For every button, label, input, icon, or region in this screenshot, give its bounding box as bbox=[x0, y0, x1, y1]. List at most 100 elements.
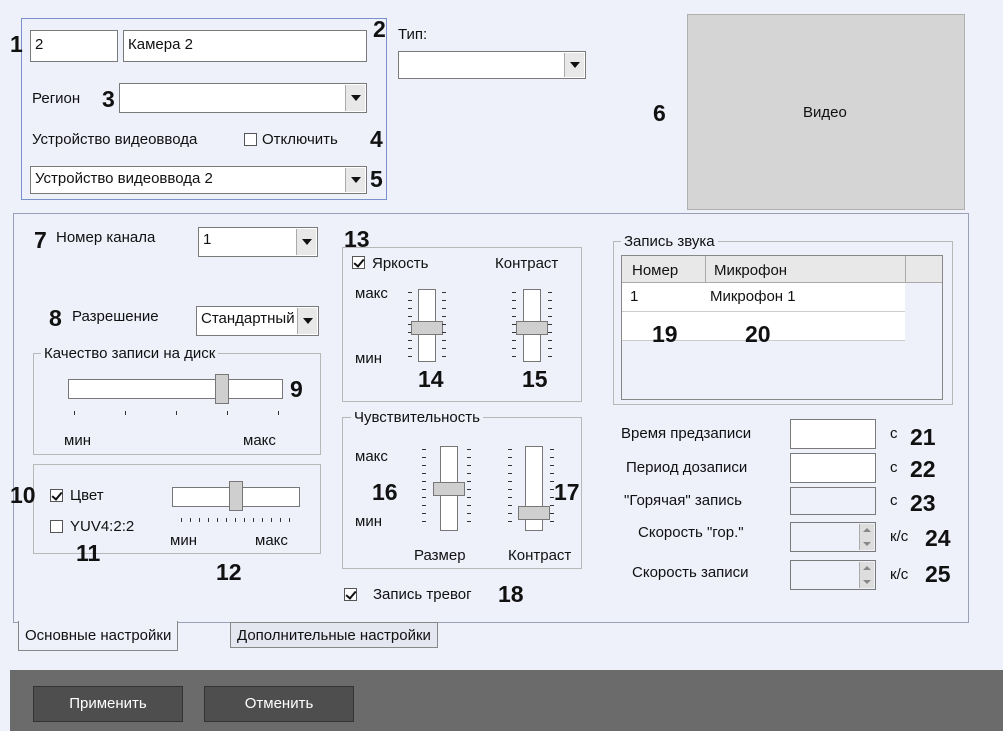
rec-speed-spinner[interactable] bbox=[790, 560, 876, 590]
chevron-down-icon[interactable] bbox=[564, 53, 584, 77]
sensitivity-max: макс bbox=[355, 448, 388, 465]
color-checkbox[interactable] bbox=[50, 489, 63, 502]
audio-col-mic: Микрофон bbox=[714, 262, 788, 279]
size-ticks-right bbox=[467, 449, 471, 529]
disk-quality-track[interactable] bbox=[68, 379, 283, 399]
video-device-label: Устройство видеоввода bbox=[32, 131, 198, 148]
brightness-checkbox[interactable] bbox=[352, 256, 365, 269]
rec-speed-unit: к/с bbox=[890, 566, 909, 583]
resolution-select-value: Стандартный bbox=[201, 310, 295, 327]
disk-quality-max: макс bbox=[243, 432, 276, 449]
callout-17: 17 bbox=[554, 479, 580, 505]
type-select[interactable] bbox=[398, 51, 586, 79]
sensitivity-legend: Чувствительность bbox=[351, 410, 483, 426]
callout-14: 14 bbox=[418, 366, 444, 392]
audio-table-row[interactable]: 1 Микрофон 1 bbox=[622, 283, 905, 312]
callout-23: 23 bbox=[910, 490, 936, 516]
brightness-ticks-right bbox=[442, 292, 446, 362]
camera-id-field[interactable]: 2 bbox=[30, 30, 118, 62]
postrecord-field[interactable] bbox=[790, 453, 876, 483]
contrast-thumb[interactable] bbox=[516, 321, 548, 336]
prerecord-field[interactable] bbox=[790, 419, 876, 449]
video-label: Видео bbox=[803, 104, 847, 121]
tab-main-settings[interactable]: Основные настройки bbox=[18, 621, 179, 651]
color-max: макс bbox=[255, 532, 288, 549]
callout-5: 5 bbox=[370, 166, 383, 192]
chevron-down-icon[interactable] bbox=[345, 85, 365, 111]
hot-speed-spinner[interactable] bbox=[790, 522, 876, 552]
sens-contrast-label: Контраст bbox=[508, 547, 572, 564]
chevron-down-icon[interactable] bbox=[345, 168, 365, 192]
resolution-select[interactable]: Стандартный bbox=[196, 306, 319, 336]
brightness-min: мин bbox=[355, 350, 382, 367]
audio-row-mic: Микрофон 1 bbox=[710, 288, 796, 305]
audio-col-number: Номер bbox=[632, 262, 679, 279]
spinner-arrows-icon[interactable] bbox=[859, 562, 874, 588]
size-ticks-left bbox=[422, 449, 426, 529]
camera-name-field[interactable]: Камера 2 bbox=[123, 30, 367, 62]
prerecord-unit: с bbox=[890, 425, 898, 442]
sens-contrast-thumb[interactable] bbox=[518, 506, 550, 521]
callout-25: 25 bbox=[925, 561, 951, 587]
yuv-label: YUV4:2:2 bbox=[70, 518, 135, 535]
callout-20: 20 bbox=[745, 321, 771, 347]
callout-24: 24 bbox=[925, 525, 951, 551]
callout-22: 22 bbox=[910, 456, 936, 482]
channel-select-value: 1 bbox=[203, 231, 212, 248]
callout-8: 8 bbox=[49, 305, 62, 331]
hot-field[interactable] bbox=[790, 487, 876, 515]
callout-19: 19 bbox=[652, 321, 678, 347]
tab-extra-settings[interactable]: Дополнительные настройки bbox=[230, 622, 438, 648]
region-select[interactable] bbox=[119, 83, 367, 113]
size-label: Размер bbox=[414, 547, 466, 564]
brightness-thumb[interactable] bbox=[411, 321, 443, 336]
alarm-record-label: Запись тревог bbox=[373, 586, 472, 603]
hot-unit: с bbox=[890, 492, 898, 509]
chevron-down-icon[interactable] bbox=[297, 308, 317, 334]
type-label: Тип: bbox=[398, 26, 428, 43]
spinner-arrows-icon[interactable] bbox=[859, 524, 874, 550]
disable-checkbox[interactable] bbox=[244, 133, 257, 146]
callout-10: 10 bbox=[10, 482, 36, 508]
postrecord-unit: с bbox=[890, 459, 898, 476]
color-min: мин bbox=[170, 532, 197, 549]
hot-label: "Горячая" запись bbox=[624, 492, 742, 509]
chevron-down-icon[interactable] bbox=[296, 229, 316, 255]
callout-6: 6 bbox=[653, 100, 666, 126]
cancel-button[interactable]: Отменить bbox=[204, 686, 354, 722]
hot-speed-label: Скорость "гор." bbox=[638, 524, 744, 541]
col-divider bbox=[905, 256, 906, 282]
callout-21: 21 bbox=[910, 424, 936, 450]
callout-16: 16 bbox=[372, 479, 398, 505]
alarm-record-checkbox[interactable] bbox=[344, 588, 357, 601]
sensitivity-min: мин bbox=[355, 513, 382, 530]
channel-label: Номер канала bbox=[56, 229, 156, 246]
callout-3: 3 bbox=[102, 86, 115, 112]
color-ticks bbox=[181, 518, 291, 522]
disk-quality-ticks bbox=[74, 411, 279, 415]
callout-9: 9 bbox=[290, 376, 303, 402]
callout-2: 2 bbox=[373, 16, 386, 42]
disk-quality-legend: Качество записи на диск bbox=[41, 346, 219, 362]
video-device-select[interactable]: Устройство видеоввода 2 bbox=[30, 166, 367, 194]
callout-4: 4 bbox=[370, 126, 383, 152]
resolution-label: Разрешение bbox=[72, 308, 159, 325]
color-thumb[interactable] bbox=[229, 481, 243, 511]
contrast-ticks-right bbox=[548, 292, 552, 362]
callout-18: 18 bbox=[498, 581, 524, 607]
rec-speed-label: Скорость записи bbox=[632, 564, 749, 581]
channel-select[interactable]: 1 bbox=[198, 227, 318, 257]
yuv-checkbox[interactable] bbox=[50, 520, 63, 533]
video-device-select-value: Устройство видеоввода 2 bbox=[35, 170, 213, 187]
apply-button[interactable]: Применить bbox=[33, 686, 183, 722]
size-thumb[interactable] bbox=[433, 481, 465, 496]
disable-label: Отключить bbox=[262, 131, 338, 148]
callout-1: 1 bbox=[10, 31, 23, 57]
video-preview: Видео bbox=[687, 14, 965, 210]
disk-quality-thumb[interactable] bbox=[214, 374, 229, 404]
col-divider bbox=[705, 256, 706, 282]
color-label: Цвет bbox=[70, 487, 104, 504]
disk-quality-min: мин bbox=[64, 432, 91, 449]
postrecord-label: Период дозаписи bbox=[626, 459, 748, 476]
prerecord-label: Время предзаписи bbox=[621, 425, 752, 442]
